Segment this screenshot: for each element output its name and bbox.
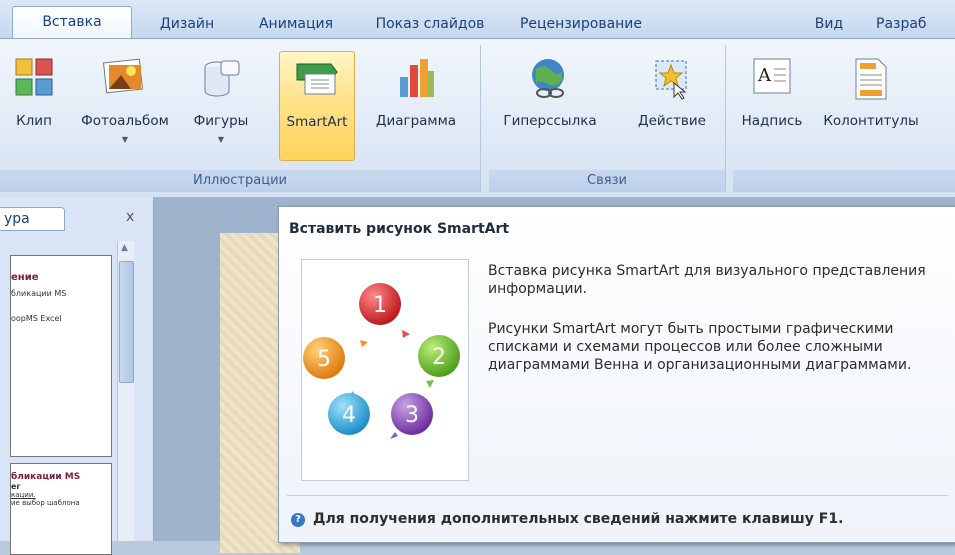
thumb-title: ение <box>11 272 39 283</box>
tooltip-help-text: Для получения дополнительных сведений на… <box>313 511 844 527</box>
svg-text:A: A <box>757 65 772 86</box>
header-footer-button[interactable]: Колонтитулы <box>815 51 927 159</box>
smartart-cycle-preview: 1 2 3 4 5 <box>301 259 469 481</box>
shapes-label: Фигуры <box>193 113 249 129</box>
text-group: A Надпись Колонтитулы <box>733 45 955 192</box>
cycle-number: 5 <box>317 347 331 372</box>
smartart-tooltip: Вставить рисунок SmartArt 1 2 3 4 5 Вста… <box>278 206 955 543</box>
outline-tab[interactable]: ура <box>0 207 65 231</box>
smartart-icon <box>296 63 338 95</box>
text-box-icon: A <box>753 58 791 94</box>
photo-album-button[interactable]: Фотоальбом ▼ <box>78 51 172 159</box>
clip-art-icon <box>15 58 53 96</box>
cycle-arrow <box>360 340 368 347</box>
chevron-down-icon: ▼ <box>217 135 225 144</box>
chevron-down-icon: ▼ <box>121 135 129 144</box>
tab-review[interactable]: Рецензирование <box>506 10 656 38</box>
slide-thumbnail-1[interactable]: ение бликации MS оорMS Excel <box>10 255 112 457</box>
scrollbar-thumb[interactable] <box>119 261 134 383</box>
slides-pane: ура x ение бликации MS оорMS Excel блика… <box>0 197 154 555</box>
hyperlink-icon <box>532 59 564 98</box>
tab-view[interactable]: Вид <box>806 10 852 38</box>
ribbon: Клип Фотоальбом ▼ Фигуры ▼ SmartArt Диаг… <box>0 38 955 198</box>
thumb-line: кации. <box>11 491 36 499</box>
hyperlink-button[interactable]: Гиперссылка <box>491 51 609 159</box>
links-group-label: Связи <box>489 170 725 192</box>
shapes-icon <box>204 60 240 97</box>
tab-developer[interactable]: Разраб <box>876 10 955 38</box>
chart-label: Диаграмма <box>375 113 457 129</box>
tooltip-description: Вставка рисунка SmartArt для визуального… <box>488 263 926 297</box>
shapes-button[interactable]: Фигуры ▼ <box>186 51 256 159</box>
text-box-button[interactable]: A Надпись <box>737 51 807 159</box>
cycle-arrow <box>426 380 434 388</box>
cycle-number: 2 <box>432 345 446 370</box>
cycle-arrow <box>390 432 398 439</box>
cycle-number: 4 <box>342 403 356 428</box>
illustrations-group: Клип Фотоальбом ▼ Фигуры ▼ SmartArt Диаг… <box>0 45 481 192</box>
text-box-label: Надпись <box>741 113 803 129</box>
header-footer-label: Колонтитулы <box>823 113 919 129</box>
close-icon[interactable]: x <box>126 209 134 225</box>
thumb-line: оорMS Excel <box>11 314 62 323</box>
cycle-number: 1 <box>373 293 387 318</box>
chart-button[interactable]: Диаграмма <box>358 51 474 159</box>
tooltip-help: ? Для получения дополнительных сведений н… <box>291 511 843 527</box>
text-group-label <box>733 170 955 192</box>
action-button[interactable]: Действие <box>627 51 717 159</box>
tab-animation[interactable]: Анимация <box>244 10 348 38</box>
thumb-line: ег <box>11 482 21 491</box>
photo-album-icon <box>103 58 144 94</box>
smartart-label: SmartArt <box>286 114 348 130</box>
action-icon <box>655 60 687 100</box>
thumb-line: ие выбор шаблона <box>11 499 80 507</box>
clip-button[interactable]: Клип <box>8 51 60 159</box>
photo-album-label: Фотоальбом <box>81 113 169 129</box>
chart-icon <box>400 59 434 97</box>
hyperlink-label: Гиперссылка <box>503 113 597 129</box>
action-label: Действие <box>638 113 706 129</box>
help-icon: ? <box>291 513 305 527</box>
links-group: Гиперссылка Действие Связи <box>489 45 726 192</box>
slide-thumbnail-2[interactable]: бликации MS ег кации. ие выбор шаблона <box>10 463 112 555</box>
scroll-up-icon[interactable]: ▲ <box>121 243 128 253</box>
vertical-scrollbar[interactable]: ▲ <box>117 241 134 541</box>
clip-label: Клип <box>16 113 52 129</box>
tab-design[interactable]: Дизайн <box>148 10 226 38</box>
thumb-line: бликации MS <box>11 289 67 298</box>
smartart-button[interactable]: SmartArt <box>279 51 355 161</box>
tooltip-title: Вставить рисунок SmartArt <box>289 221 510 237</box>
tab-slide-show[interactable]: Показ слайдов <box>368 10 492 38</box>
tab-insert[interactable]: Вставка <box>12 6 132 39</box>
tooltip-divider <box>287 495 948 496</box>
illustrations-group-label: Иллюстрации <box>0 170 480 192</box>
thumb-title: бликации MS <box>11 472 81 482</box>
header-footer-icon <box>855 58 887 100</box>
ribbon-tab-strip: Вставка Дизайн Анимация Показ слайдов Ре… <box>0 0 955 39</box>
tooltip-details: Рисунки SmartArt могут быть простыми гра… <box>488 321 912 373</box>
cycle-number: 3 <box>405 403 419 428</box>
cycle-arrow <box>402 330 410 338</box>
